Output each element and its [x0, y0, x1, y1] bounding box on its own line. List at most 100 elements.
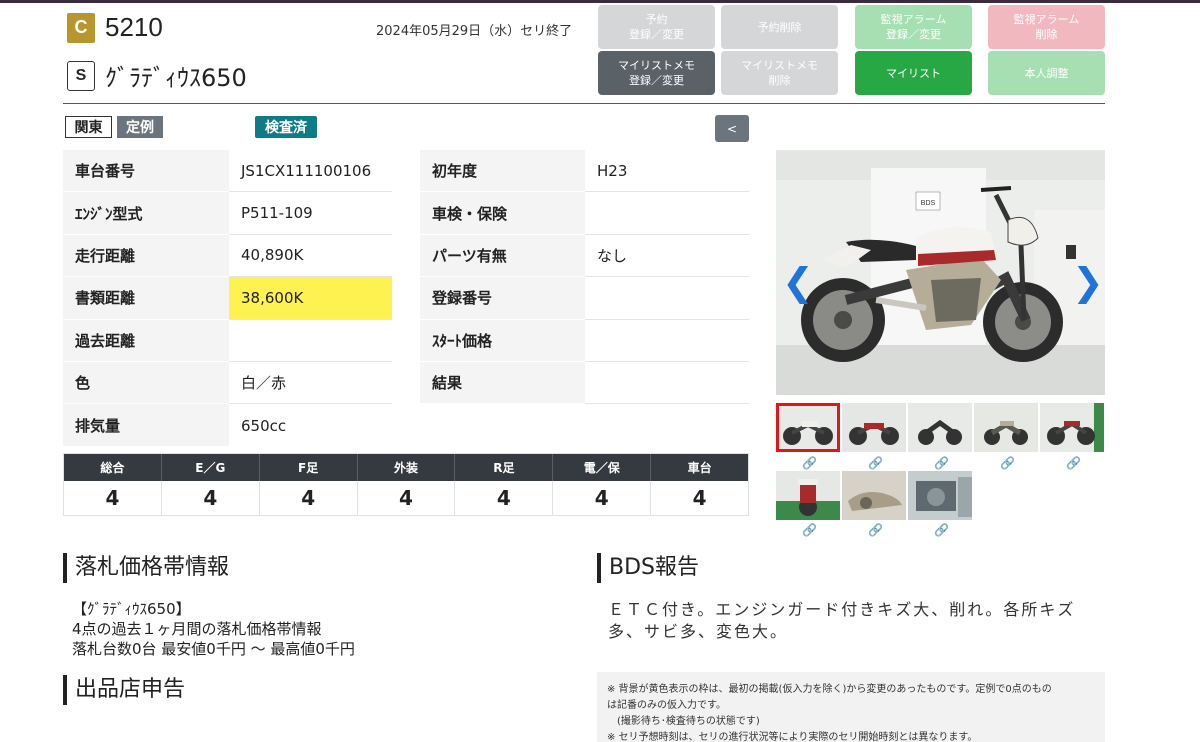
- photo-thumbnail[interactable]: [842, 471, 906, 520]
- seller-declaration-title: 出品店申告: [63, 675, 185, 705]
- score-value: 4: [64, 481, 162, 515]
- watch-alarm-button[interactable]: 監視アラーム 登録／変更: [855, 5, 972, 49]
- watch-alarm-delete-button[interactable]: 監視アラーム 削除: [988, 5, 1105, 49]
- photo-thumbnail[interactable]: [842, 403, 906, 452]
- score-value-row: 4 4 4 4 4 4 4: [64, 481, 748, 515]
- score-table: 総合 E／G F足 外装 R足 電／保 車台 4 4 4 4 4 4 4: [63, 453, 749, 516]
- doc-mileage-value: 38,600K: [229, 277, 392, 320]
- score-header: F足: [260, 454, 358, 481]
- spec-table: 車台番号 JS1CX111100106 初年度 H23 ｴﾝｼﾞﾝ型式 P511…: [63, 150, 749, 447]
- photo-thumbnail[interactable]: [776, 471, 840, 520]
- lot-header: C 5210: [67, 12, 163, 43]
- price-info-summary: 4点の過去１ヶ月間の落札価格帯情報: [72, 620, 322, 638]
- spec-row: 排気量 650cc: [63, 404, 749, 447]
- note-line: ※ 背景が黄色表示の枠は、最初の掲載(仮入力を除く)から変更のあったものです。定…: [607, 684, 1052, 695]
- thumbnail-image: [908, 403, 972, 452]
- link-icon[interactable]: 🔗: [868, 523, 883, 537]
- photo-prev-arrow[interactable]: ❮: [782, 260, 814, 304]
- note-line: (撮影待ち･検査待ちの状態です): [607, 716, 760, 727]
- notes-box: ※ 背景が黄色表示の枠は、最初の掲載(仮入力を除く)から変更のあったものです。定…: [597, 672, 1105, 742]
- color-value: 白／赤: [229, 362, 392, 405]
- frame-no-label: 車台番号: [63, 150, 229, 193]
- score-header: E／G: [162, 454, 260, 481]
- reserve-delete-label: 予約削除: [757, 20, 802, 34]
- parts-value: なし: [585, 235, 749, 278]
- link-icon[interactable]: 🔗: [1066, 456, 1081, 470]
- mylist-memo-button[interactable]: マイリストメモ 登録／変更: [598, 51, 715, 95]
- thumbnail-image: [1040, 403, 1104, 452]
- thumbnail-image: [776, 403, 840, 452]
- auction-type-tag: 定例: [117, 116, 163, 138]
- photo-thumbnail[interactable]: [1040, 403, 1104, 452]
- past-mileage-label: 過去距離: [63, 319, 229, 362]
- photo-thumbnail[interactable]: [974, 403, 1038, 452]
- auction-date: 2024年05月29日（水）セリ終了: [376, 24, 573, 39]
- mylist-memo-label: マイリストメモ 登録／変更: [618, 59, 695, 87]
- mileage-value: 40,890K: [229, 235, 392, 278]
- score-value: 4: [260, 481, 358, 515]
- bds-report-title: BDS報告: [597, 553, 699, 583]
- engine-label: ｴﾝｼﾞﾝ型式: [63, 192, 229, 235]
- photo-thumbnail[interactable]: [908, 403, 972, 452]
- price-info-stats: 落札台数0台 最安値0千円 〜 最高値0千円: [72, 640, 355, 658]
- spec-row: 色 白／赤 結果: [63, 361, 749, 405]
- thumbnail-image: [908, 471, 972, 520]
- watch-alarm-label: 監視アラーム 登録／変更: [880, 13, 947, 41]
- inspection-label: 車検・保険: [420, 192, 585, 235]
- year-label: 初年度: [420, 150, 585, 193]
- reserve-label: 予約 登録／変更: [629, 13, 684, 41]
- photo-thumbnail[interactable]: [908, 471, 972, 520]
- self-adjust-label: 本人調整: [1024, 66, 1069, 80]
- link-icon[interactable]: 🔗: [934, 456, 949, 470]
- photo-next-arrow[interactable]: ❯: [1072, 260, 1104, 304]
- thumbnail-image: [776, 471, 840, 520]
- motorcycle-photo: BDS: [776, 150, 1105, 395]
- link-icon[interactable]: 🔗: [1000, 456, 1015, 470]
- link-icon[interactable]: 🔗: [802, 456, 817, 470]
- reserve-button[interactable]: 予約 登録／変更: [598, 5, 715, 49]
- photo-thumbnail[interactable]: [776, 403, 840, 452]
- self-adjust-button[interactable]: 本人調整: [988, 51, 1105, 95]
- spec-row: 過去距離 ｽﾀｰﾄ価格: [63, 319, 749, 362]
- bike-name: ｸﾞﾗﾃﾞｨｳｽ650: [105, 64, 247, 92]
- year-value: H23: [585, 150, 749, 193]
- parts-label: パーツ有無: [420, 234, 585, 278]
- watch-alarm-delete-label: 監視アラーム 削除: [1013, 13, 1080, 41]
- header-divider: [63, 103, 1105, 104]
- displacement-value: 650cc: [241, 416, 287, 435]
- link-icon[interactable]: 🔗: [934, 523, 949, 537]
- frame-no-value: JS1CX111100106: [229, 150, 392, 193]
- thumbnail-image: [974, 403, 1038, 452]
- mileage-label: 走行距離: [63, 234, 229, 278]
- score-value: 4: [692, 486, 707, 510]
- reserve-delete-button[interactable]: 予約削除: [721, 5, 838, 49]
- thumbnail-image: [842, 471, 906, 520]
- doc-mileage-label: 書類距離: [63, 277, 229, 320]
- prev-button[interactable]: <: [715, 115, 749, 142]
- score-header: R足: [455, 454, 554, 481]
- link-icon[interactable]: 🔗: [802, 523, 817, 537]
- mylist-memo-delete-label: マイリストメモ 削除: [741, 59, 818, 87]
- score-header: 総合: [64, 454, 162, 481]
- result-label: 結果: [420, 361, 585, 405]
- thumbnail-image: [842, 403, 906, 452]
- start-price-value: [585, 320, 749, 362]
- start-price-label: ｽﾀｰﾄ価格: [420, 319, 585, 362]
- score-value: 4: [162, 481, 260, 515]
- score-header: 車台: [687, 461, 712, 475]
- score-header-row: 総合 E／G F足 外装 R足 電／保 車台: [64, 454, 748, 481]
- mylist-button[interactable]: マイリスト: [855, 51, 972, 95]
- note-line: ※ セリ予想時刻は、セリの進行状況等により実際のセリ開始時刻とは異なります。: [607, 732, 978, 742]
- main-photo[interactable]: BDS ❮ ❯: [776, 150, 1105, 395]
- lot-number: 5210: [105, 12, 163, 42]
- link-icon[interactable]: 🔗: [868, 456, 883, 470]
- mylist-label: マイリスト: [886, 66, 941, 80]
- past-mileage-value: [229, 320, 392, 362]
- reg-no-label: 登録番号: [420, 277, 585, 320]
- result-value: [585, 362, 749, 405]
- grade-badge: C: [67, 12, 95, 43]
- mylist-memo-delete-button[interactable]: マイリストメモ 削除: [721, 51, 838, 95]
- spec-row: 車台番号 JS1CX111100106 初年度 H23: [63, 150, 749, 193]
- bike-title: S ｸﾞﾗﾃﾞｨｳｽ650: [67, 58, 247, 93]
- score-header: 外装: [358, 454, 456, 481]
